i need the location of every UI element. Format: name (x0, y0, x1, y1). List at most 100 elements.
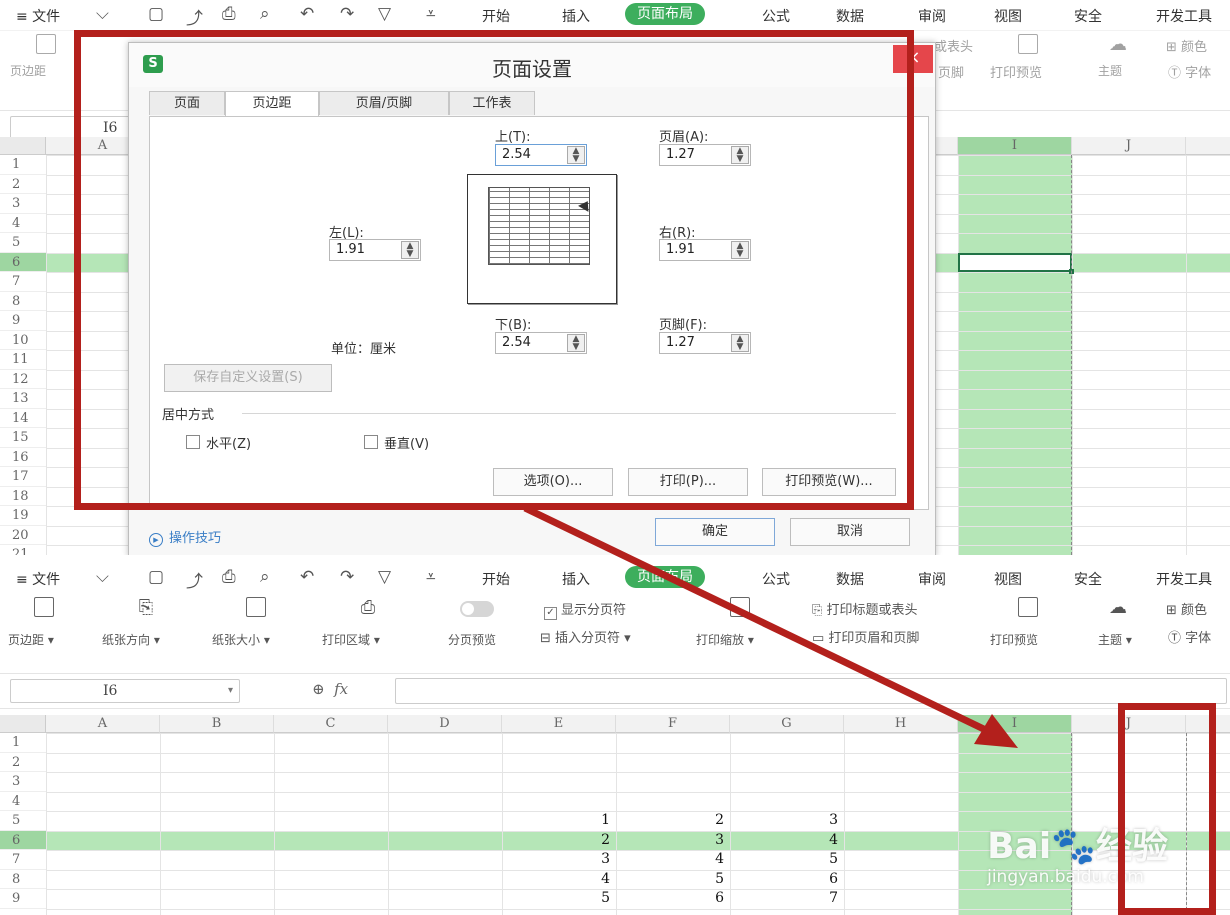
select-all-corner[interactable] (0, 137, 46, 155)
insert-page-break-button[interactable]: ⊟ 插入分页符 ▾ (540, 627, 631, 646)
print-preview-button[interactable]: 打印预览 (990, 631, 1038, 648)
row-header-3[interactable]: 3 (0, 194, 46, 214)
row-header-5[interactable]: 5 (0, 233, 46, 253)
tab-start[interactable]: 开始 (482, 569, 510, 589)
font-button[interactable]: Ⓣ 字体 (1168, 62, 1211, 81)
print-scale-icon[interactable] (728, 597, 752, 619)
more-icon[interactable]: ⩡ (426, 4, 436, 24)
export-icon[interactable]: ⤴ (186, 567, 203, 592)
row-header-1[interactable]: 1 (0, 155, 46, 175)
font-button[interactable]: Ⓣ 字体 (1168, 627, 1211, 646)
row-header-18[interactable]: 18 (0, 486, 46, 506)
column-header-j[interactable]: J (1072, 137, 1186, 155)
row-header-12[interactable]: 12 (0, 369, 46, 389)
row-header-19[interactable]: 19 (0, 506, 46, 526)
function-icons[interactable]: ⊕ fx (312, 680, 348, 698)
save-icon[interactable]: ▢ (148, 567, 164, 587)
redo-icon[interactable]: ↷ (340, 4, 354, 24)
print-titles-label[interactable]: 或表头 (934, 36, 973, 55)
cell-g9[interactable]: 7 (730, 889, 838, 909)
cell-f9[interactable]: 6 (616, 889, 724, 909)
paper-size-button[interactable]: 纸张大小 ▾ (212, 631, 270, 648)
tab-security[interactable]: 安全 (1074, 6, 1102, 26)
row-header-6[interactable]: 6 (0, 252, 46, 272)
undo-icon[interactable]: ↶ (300, 4, 314, 24)
cell-f6[interactable]: 3 (616, 831, 724, 851)
page-break-preview-label[interactable]: 分页预览 (448, 631, 496, 648)
color-button[interactable]: ⊞ 颜色 (1166, 599, 1207, 618)
row-header-16[interactable]: 16 (0, 447, 46, 467)
tab-view[interactable]: 视图 (994, 6, 1022, 26)
print-preview-icon[interactable] (1016, 34, 1040, 56)
formula-input[interactable] (395, 678, 1227, 704)
filter-icon[interactable]: ▽ (378, 4, 391, 24)
print-header-footer-label[interactable]: 页脚 (938, 62, 964, 81)
row-header-20[interactable]: 20 (0, 525, 46, 545)
cell-e5[interactable]: 1 (502, 811, 610, 831)
column-header-d[interactable]: D (388, 715, 502, 733)
page-break-preview-toggle[interactable] (460, 601, 494, 617)
tab-security[interactable]: 安全 (1074, 569, 1102, 589)
redo-icon[interactable]: ↷ (340, 567, 354, 587)
column-header-i[interactable]: I (958, 715, 1072, 733)
orientation-icon[interactable]: ⎘ (134, 597, 158, 619)
tab-formulas[interactable]: 公式 (762, 569, 790, 589)
row-header-10[interactable]: 10 (0, 330, 46, 350)
row-header-1[interactable]: 1 (0, 733, 46, 753)
column-header-c[interactable]: C (274, 715, 388, 733)
row-header-14[interactable]: 14 (0, 408, 46, 428)
cell-g7[interactable]: 5 (730, 850, 838, 870)
cell-f8[interactable]: 5 (616, 870, 724, 890)
dropdown-icon[interactable]: ⌵ (96, 4, 109, 24)
name-box[interactable]: I6 ▾ (10, 679, 240, 703)
column-header-e[interactable]: E (502, 715, 616, 733)
margins-icon[interactable] (32, 597, 56, 619)
row-header-2[interactable]: 2 (0, 752, 46, 772)
row-header-11[interactable]: 11 (0, 350, 46, 370)
theme-button[interactable]: 主题 ▾ (1098, 631, 1132, 648)
row-header-15[interactable]: 15 (0, 428, 46, 448)
zoom-icon[interactable]: ⊕ (312, 680, 325, 698)
column-header-b[interactable]: B (160, 715, 274, 733)
orientation-button[interactable]: 纸张方向 ▾ (102, 631, 160, 648)
column-header-h[interactable]: H (844, 715, 958, 733)
tips-link[interactable]: ▶ 操作技巧 (149, 527, 221, 547)
color-button[interactable]: ⊞ 颜色 (1166, 36, 1207, 55)
row-header-2[interactable]: 2 (0, 174, 46, 194)
cell-g8[interactable]: 6 (730, 870, 838, 890)
undo-icon[interactable]: ↶ (300, 567, 314, 587)
margins-label[interactable]: 页边距 (10, 62, 46, 79)
tab-page-layout[interactable]: 页面布局 (625, 566, 705, 588)
cell-e8[interactable]: 4 (502, 870, 610, 890)
cell-g5[interactable]: 3 (730, 811, 838, 831)
row-header-9[interactable]: 9 (0, 889, 46, 909)
tab-insert[interactable]: 插入 (562, 6, 590, 26)
filter-icon[interactable]: ▽ (378, 567, 391, 587)
column-header-f[interactable]: F (616, 715, 730, 733)
fx-icon[interactable]: fx (334, 680, 348, 698)
row-header-8[interactable]: 8 (0, 291, 46, 311)
cancel-button[interactable]: 取消 (790, 518, 910, 546)
tab-data[interactable]: 数据 (836, 569, 864, 589)
row-header-9[interactable]: 9 (0, 311, 46, 331)
print-preview-icon[interactable] (1016, 597, 1040, 619)
preview-icon[interactable]: ⌕ (260, 4, 270, 24)
tab-developer[interactable]: 开发工具 (1156, 6, 1212, 26)
row-header-17[interactable]: 17 (0, 467, 46, 487)
tab-developer[interactable]: 开发工具 (1156, 569, 1212, 589)
tab-view[interactable]: 视图 (994, 569, 1022, 589)
row-header-4[interactable]: 4 (0, 213, 46, 233)
print-icon[interactable]: ⎙ (222, 567, 236, 587)
tab-formulas[interactable]: 公式 (762, 6, 790, 26)
print-scale-button[interactable]: 打印缩放 ▾ (696, 631, 754, 648)
column-header-i[interactable]: I (958, 137, 1072, 155)
cell-e7[interactable]: 3 (502, 850, 610, 870)
tab-insert[interactable]: 插入 (562, 569, 590, 589)
tab-data[interactable]: 数据 (836, 6, 864, 26)
row-header-7[interactable]: 7 (0, 272, 46, 292)
ok-button[interactable]: 确定 (655, 518, 775, 546)
row-header-5[interactable]: 5 (0, 811, 46, 831)
dropdown-icon[interactable]: ⌵ (96, 567, 109, 587)
cell-f5[interactable]: 2 (616, 811, 724, 831)
row-header-3[interactable]: 3 (0, 772, 46, 792)
